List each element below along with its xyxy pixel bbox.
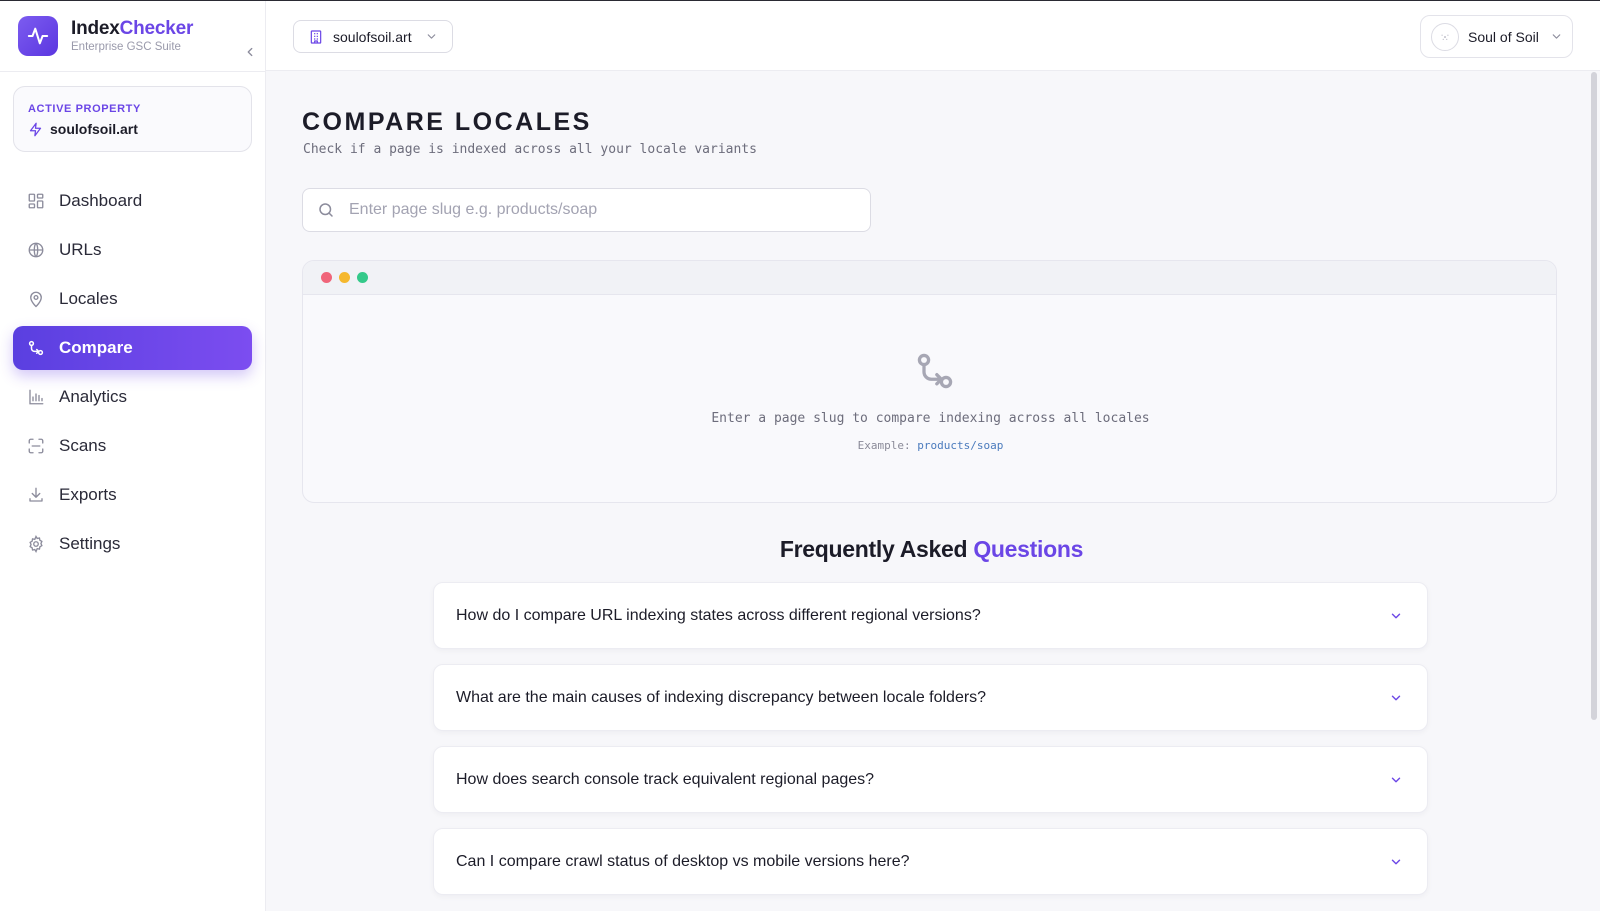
sidebar-item-scans[interactable]: Scans — [13, 424, 252, 468]
chevron-down-icon — [1389, 855, 1403, 874]
faq-item[interactable]: How does search console track equivalent… — [433, 746, 1428, 813]
user-menu[interactable]: Soul of Soil — [1420, 15, 1573, 58]
faq-item[interactable]: What are the main causes of indexing dis… — [433, 664, 1428, 731]
user-name: Soul of Soil — [1468, 28, 1539, 45]
download-icon — [27, 486, 45, 504]
chevron-down-icon — [1389, 773, 1403, 792]
git-compare-icon — [913, 349, 957, 398]
faq-question: Can I compare crawl status of desktop vs… — [456, 852, 910, 870]
chevron-down-icon — [1389, 691, 1403, 710]
sidebar-item-label: Exports — [59, 485, 117, 504]
window-bar — [303, 261, 1556, 295]
brand-subtitle: Enterprise GSC Suite — [71, 41, 181, 53]
gear-icon — [27, 535, 45, 553]
building-icon — [310, 29, 322, 44]
results-panel: Enter a page slug to compare indexing ac… — [302, 260, 1557, 503]
sidebar-item-label: Compare — [59, 338, 133, 357]
sidebar-item-analytics[interactable]: Analytics — [13, 375, 252, 419]
slug-search-box — [302, 188, 871, 232]
faq-item[interactable]: Can I compare crawl status of desktop vs… — [433, 828, 1428, 895]
slug-search-input[interactable] — [349, 201, 849, 219]
sidebar-item-exports[interactable]: Exports — [13, 473, 252, 517]
top-header: soulofsoil.art Soul of Soil — [266, 1, 1600, 71]
active-property-name: soulofsoil.art — [50, 121, 138, 137]
brand-name-part2: Checker — [119, 18, 194, 39]
sidebar-item-label: URLs — [59, 240, 102, 259]
map-pin-icon — [27, 290, 45, 308]
collapse-sidebar-button[interactable] — [240, 42, 260, 62]
sidebar: IndexChecker Enterprise GSC Suite ACTIVE… — [0, 0, 266, 911]
faq-question: How does search console track equivalent… — [456, 770, 875, 788]
empty-state-message: Enter a page slug to compare indexing ac… — [711, 411, 1150, 426]
chevron-left-icon — [247, 47, 253, 57]
faq-title-part2: Questions — [973, 536, 1084, 562]
lightning-icon — [29, 122, 42, 136]
window-dot-red — [321, 272, 332, 283]
faq-title-part1: Frequently Asked — [779, 536, 968, 562]
window-dot-green — [357, 272, 368, 283]
page-title: COMPARE LOCALES — [302, 108, 592, 136]
brand: IndexChecker Enterprise GSC Suite — [18, 16, 253, 57]
example-value: products/soap — [917, 439, 1004, 452]
scan-icon — [27, 437, 45, 455]
page-subtitle: Check if a page is indexed across all yo… — [303, 142, 757, 157]
git-compare-icon — [27, 339, 45, 357]
sidebar-item-label: Locales — [59, 289, 118, 308]
sidebar-item-label: Settings — [59, 534, 121, 553]
active-property-value: soulofsoil.art — [28, 121, 138, 137]
faq-question: What are the main causes of indexing dis… — [456, 688, 987, 706]
chevron-down-icon — [1389, 609, 1403, 628]
active-property-label: ACTIVE PROPERTY — [28, 103, 141, 115]
main-content: COMPARE LOCALES Check if a page is index… — [266, 72, 1586, 911]
bar-chart-icon — [27, 388, 45, 406]
avatar-logo-icon — [1441, 34, 1449, 40]
brand-name-part1: Index — [71, 18, 120, 39]
sidebar-item-compare[interactable]: Compare — [13, 326, 252, 370]
scrollbar-thumb[interactable] — [1591, 72, 1597, 720]
sidebar-item-label: Analytics — [59, 387, 128, 406]
sidebar-item-settings[interactable]: Settings — [13, 522, 252, 566]
sidebar-item-locales[interactable]: Locales — [13, 277, 252, 321]
faq-item[interactable]: How do I compare URL indexing states acr… — [433, 582, 1428, 649]
avatar — [1431, 22, 1459, 51]
active-property-card: ACTIVE PROPERTY soulofsoil.art — [13, 86, 252, 152]
example-label: Example: — [857, 439, 911, 452]
sidebar-item-label: Scans — [59, 436, 107, 455]
chevron-down-icon — [425, 30, 438, 43]
sidebar-divider — [0, 71, 266, 72]
dashboard-grid-icon — [27, 192, 45, 210]
sidebar-item-dashboard[interactable]: Dashboard — [13, 179, 252, 223]
faq-title: Frequently Asked Questions — [266, 536, 1597, 563]
empty-state-example: Example: products/soap — [303, 439, 1556, 452]
pulse-icon — [18, 16, 58, 56]
property-selector-label: soulofsoil.art — [333, 28, 412, 45]
faq-question: How do I compare URL indexing states acr… — [456, 606, 981, 624]
window-dot-yellow — [339, 272, 350, 283]
chevron-down-icon — [1550, 30, 1563, 43]
brand-name: IndexChecker — [71, 18, 193, 40]
sidebar-item-label: Dashboard — [59, 191, 143, 210]
sidebar-nav: Dashboard URLs Locales Compare Analytics — [13, 179, 252, 571]
sidebar-item-urls[interactable]: URLs — [13, 228, 252, 272]
top-border — [0, 0, 1600, 1]
property-selector[interactable]: soulofsoil.art — [293, 20, 453, 53]
search-icon — [319, 203, 333, 217]
globe-icon — [27, 241, 45, 259]
